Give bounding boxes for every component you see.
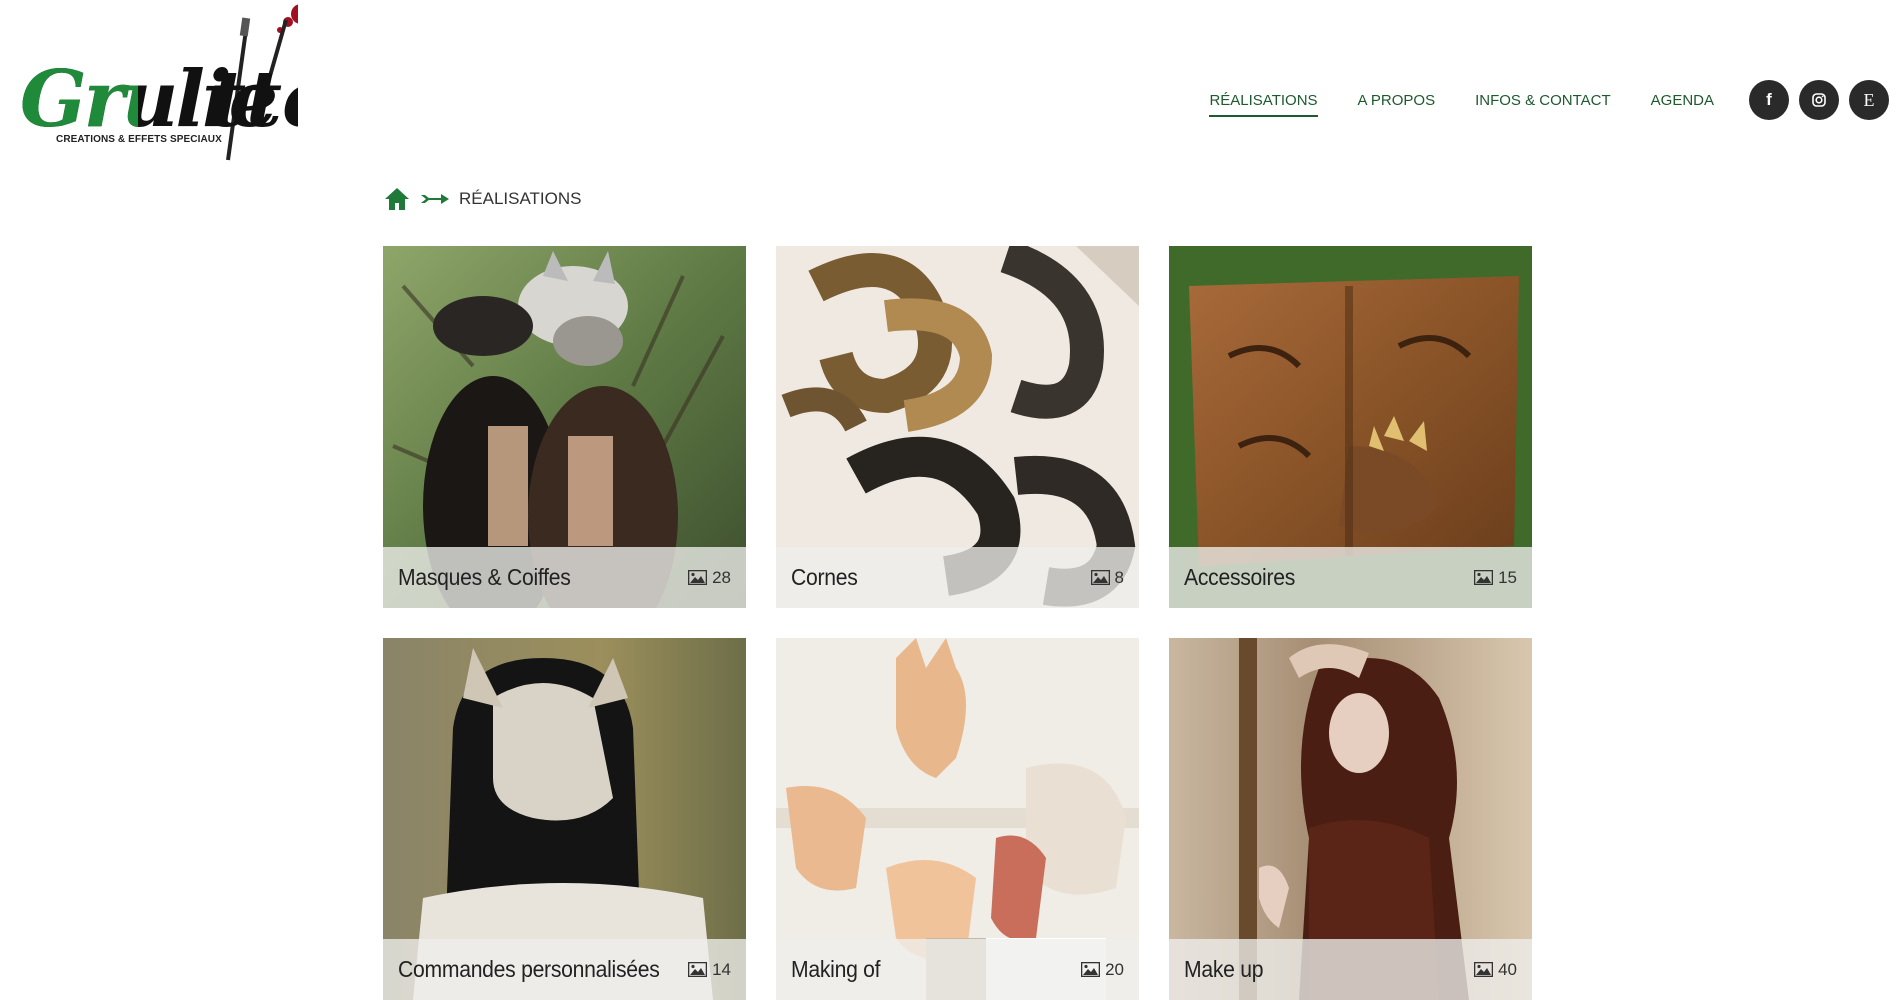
gallery-tile-commandes-personnalisees[interactable]: Commandes personnalisées 14 <box>383 638 746 1000</box>
photo-count-value: 28 <box>712 567 731 587</box>
photo-count: 14 <box>688 960 731 980</box>
tile-caption: Make up 40 <box>1169 939 1532 1000</box>
instagram-link[interactable] <box>1799 80 1839 120</box>
facebook-icon: f <box>1766 90 1772 109</box>
home-icon[interactable] <box>383 186 411 212</box>
instagram-icon <box>1812 93 1826 107</box>
photo-count: 20 <box>1081 960 1124 980</box>
main-nav: RÉALISATIONS A PROPOS INFOS & CONTACT AG… <box>1169 80 1889 120</box>
tile-title: Commandes personnalisées <box>398 956 660 982</box>
gallery-tile-accessoires[interactable]: Accessoires 15 <box>1169 246 1532 608</box>
svg-text:tte: tte <box>210 54 298 145</box>
tile-caption: Masques & Coiffes 28 <box>383 547 746 608</box>
etsy-link[interactable]: E <box>1849 80 1889 120</box>
tile-title: Making of <box>791 956 881 982</box>
arrow-right-icon <box>421 194 449 204</box>
photo-count-value: 20 <box>1105 959 1124 979</box>
gallery-tile-masques-coiffes[interactable]: Masques & Coiffes 28 <box>383 246 746 608</box>
nav-item-a-propos[interactable]: A PROPOS <box>1358 86 1436 115</box>
etsy-icon: E <box>1863 89 1875 110</box>
photo-count-value: 8 <box>1114 567 1124 587</box>
image-icon <box>688 962 708 977</box>
breadcrumb-current: RÉALISATIONS <box>459 189 582 208</box>
gallery-tile-making-of[interactable]: Making of 20 <box>776 638 1139 1000</box>
tile-caption: Cornes 8 <box>776 547 1139 608</box>
tile-title: Cornes <box>791 564 858 590</box>
image-icon <box>1090 570 1110 585</box>
facebook-link[interactable]: f <box>1749 80 1789 120</box>
photo-count-value: 14 <box>712 959 731 979</box>
photo-count: 8 <box>1090 567 1124 588</box>
gallery-tile-cornes[interactable]: Cornes 8 <box>776 246 1139 608</box>
tile-caption: Making of 20 <box>776 939 1139 1000</box>
gallery-tile-make-up[interactable]: Make up 40 <box>1169 638 1532 1000</box>
social-links: f E <box>1739 80 1889 120</box>
tile-title: Make up <box>1184 956 1264 982</box>
breadcrumb: RÉALISATIONS <box>383 186 582 212</box>
nav-item-infos-contact[interactable]: INFOS & CONTACT <box>1475 86 1611 115</box>
image-icon <box>1474 962 1494 977</box>
tile-caption: Accessoires 15 <box>1169 547 1532 608</box>
tile-caption: Commandes personnalisées 14 <box>383 939 746 1000</box>
photo-count: 40 <box>1474 960 1517 980</box>
logo-tagline: CREATIONS & EFFETS SPECIAUX <box>56 134 222 145</box>
photo-count: 28 <box>688 568 731 588</box>
photo-count-value: 40 <box>1498 959 1517 979</box>
tile-title: Masques & Coiffes <box>398 564 571 590</box>
photo-count-value: 15 <box>1498 567 1517 587</box>
gallery-grid: Masques & Coiffes 28 Cornes 8 Accessoire… <box>383 246 1533 1000</box>
nav-item-agenda[interactable]: AGENDA <box>1651 86 1714 115</box>
photo-count: 15 <box>1474 568 1517 588</box>
tile-title: Accessoires <box>1184 564 1296 590</box>
image-icon <box>1081 962 1101 977</box>
image-icon <box>688 570 708 585</box>
image-icon <box>1474 570 1494 585</box>
nav-item-realisations[interactable]: RÉALISATIONS <box>1209 86 1318 117</box>
site-logo[interactable]: Grulie tte Grulie CREATIONS & EFFETS SPE… <box>18 0 298 170</box>
